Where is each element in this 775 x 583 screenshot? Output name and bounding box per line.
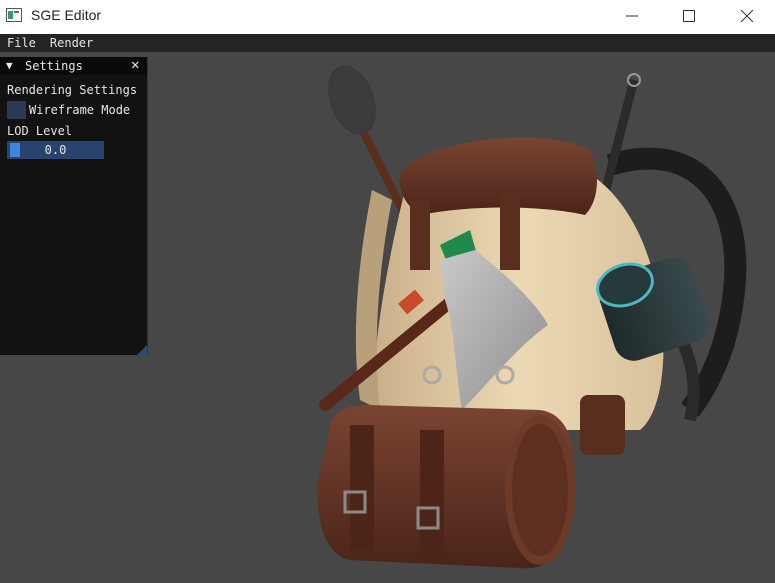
maximize-button[interactable]: [661, 0, 717, 32]
menu-render[interactable]: Render: [43, 34, 100, 52]
settings-panel[interactable]: ▼ Settings ✕ Rendering Settings Wirefram…: [0, 57, 148, 355]
window-title: SGE Editor: [31, 7, 102, 23]
lod-level-label: LOD Level: [7, 124, 73, 138]
title-bar: SGE Editor: [0, 0, 775, 34]
lod-level-value: 0.0: [44, 143, 67, 157]
menu-file[interactable]: File: [0, 34, 43, 52]
settings-panel-title: Settings: [25, 59, 83, 73]
wireframe-mode-checkbox[interactable]: [7, 101, 26, 119]
minimize-button[interactable]: [604, 0, 660, 32]
menu-bar: File Render: [0, 34, 775, 52]
settings-panel-title-bar[interactable]: ▼ Settings ✕: [0, 57, 147, 75]
wireframe-mode-row[interactable]: Wireframe Mode: [7, 101, 130, 119]
wireframe-mode-label: Wireframe Mode: [29, 103, 131, 117]
close-icon[interactable]: ✕: [131, 57, 139, 73]
app-icon: [6, 8, 22, 22]
close-button[interactable]: [719, 0, 775, 32]
lod-level-slider[interactable]: 0.0: [7, 141, 104, 159]
close-icon: [741, 10, 753, 22]
resize-grip[interactable]: [137, 345, 147, 355]
maximize-icon: [683, 10, 695, 22]
minimize-icon: [626, 15, 638, 17]
collapse-triangle-icon[interactable]: ▼: [6, 59, 13, 72]
rendering-settings-label: Rendering Settings: [7, 83, 138, 97]
